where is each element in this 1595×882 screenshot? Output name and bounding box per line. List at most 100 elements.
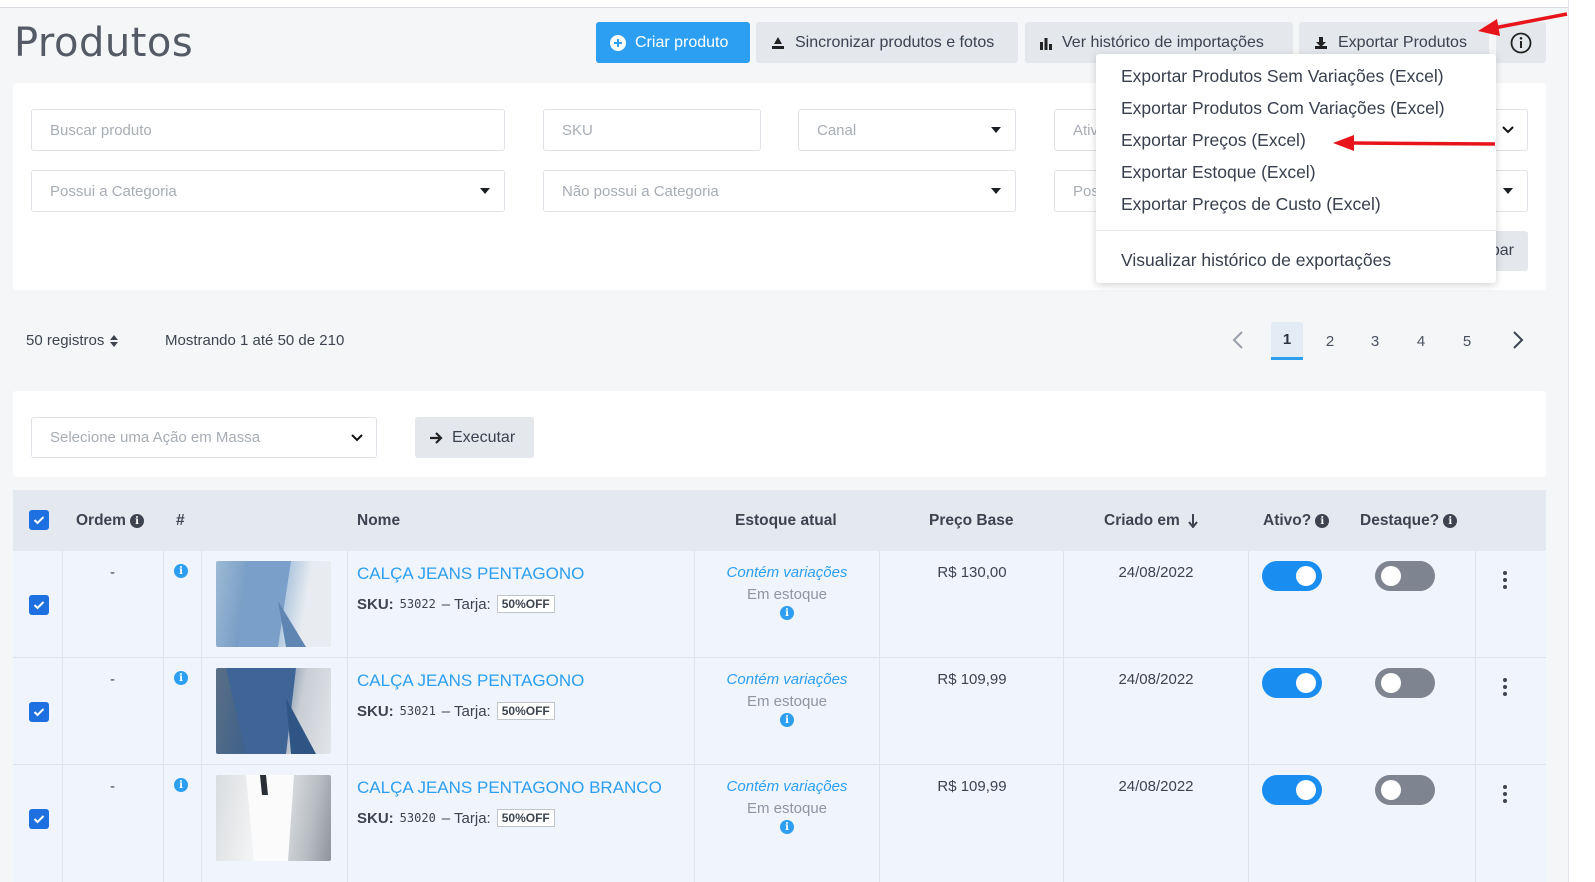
featured-toggle[interactable] [1375, 775, 1435, 805]
select-all-checkbox[interactable] [29, 510, 49, 530]
col-created[interactable]: Criado em [1104, 512, 1198, 530]
col-active[interactable]: Ativo? i [1263, 512, 1330, 530]
base-price: R$ 109,99 [937, 778, 1007, 795]
sku-label: SKU: [357, 809, 394, 827]
created-date: 24/08/2022 [1118, 671, 1194, 688]
product-sku: SKU: 53021 – Tarja: 50%OFF [357, 702, 555, 720]
annotation-arrow-prices [1333, 135, 1496, 151]
product-name-link[interactable]: CALÇA JEANS PENTAGONO [357, 564, 584, 584]
row-checkbox[interactable] [29, 595, 49, 615]
col-price[interactable]: Preço Base [929, 512, 1013, 530]
tarja-label: – Tarja: [441, 595, 491, 613]
product-thumbnail [216, 775, 331, 861]
bulk-action-select[interactable]: Selecione uma Ação em Massa [31, 417, 377, 458]
col-featured[interactable]: Destaque? i [1360, 512, 1458, 530]
info-icon: i [129, 514, 144, 528]
active-toggle[interactable] [1262, 668, 1322, 698]
check-icon [33, 516, 45, 525]
product-sku: SKU: 53020 – Tarja: 50%OFF [357, 809, 555, 827]
page-1[interactable]: 1 [1271, 322, 1303, 360]
check-icon [33, 815, 45, 824]
table-row[interactable]: - i CALÇA JEANS PENTAGONO BRANCO SKU: 530… [13, 765, 1546, 882]
featured-toggle[interactable] [1375, 668, 1435, 698]
sku-label: SKU: [357, 595, 394, 613]
jeans-image [246, 775, 294, 861]
execute-label: Executar [452, 428, 516, 446]
sku-code: 53022 [399, 597, 436, 611]
more-options-icon[interactable] [1503, 678, 1507, 699]
col-featured-label: Destaque? [1360, 512, 1440, 529]
product-thumbnail [216, 668, 331, 754]
jeans-image [238, 561, 306, 647]
info-icon: i [1315, 514, 1330, 528]
sku-code: 53020 [399, 811, 436, 825]
more-options-icon[interactable] [1503, 785, 1507, 806]
row-info-icon[interactable]: i [174, 671, 188, 685]
sku-code: 53021 [399, 704, 436, 718]
tarja-label: – Tarja: [441, 809, 491, 827]
col-hash: # [176, 512, 185, 529]
base-price: R$ 130,00 [937, 564, 1007, 581]
product-thumbnail [216, 561, 331, 647]
col-stock[interactable]: Estoque atual [735, 512, 837, 530]
product-name-link[interactable]: CALÇA JEANS PENTAGONO BRANCO [357, 778, 662, 798]
sort-down-icon [1188, 514, 1198, 528]
col-active-label: Ativo? [1263, 512, 1312, 529]
tarja-label: – Tarja: [441, 702, 491, 720]
per-page-label: 50 registros [26, 332, 105, 349]
created-date: 24/08/2022 [1118, 564, 1194, 581]
page-3[interactable]: 3 [1359, 322, 1391, 360]
row-checkbox[interactable] [29, 809, 49, 829]
page-4[interactable]: 4 [1405, 322, 1437, 360]
active-toggle[interactable] [1262, 561, 1322, 591]
next-page-icon[interactable] [1512, 331, 1524, 349]
stock-variations-link[interactable]: Contém variações [695, 778, 879, 795]
arrow-right-icon [430, 431, 443, 444]
jeans-image [226, 668, 316, 754]
stock-status: Em estoque [746, 586, 828, 603]
col-order[interactable]: Ordem i [76, 512, 144, 530]
sku-label: SKU: [357, 702, 394, 720]
table-header: Ordem i # Nome Estoque atual Preço Base C… [13, 490, 1546, 551]
col-created-label: Criado em [1104, 512, 1180, 529]
page-2[interactable]: 2 [1314, 322, 1346, 360]
stock-info-icon[interactable]: i [780, 820, 794, 834]
page-5[interactable]: 5 [1451, 322, 1483, 360]
table-row[interactable]: - i CALÇA JEANS PENTAGONO SKU: 53022 – Tar… [13, 551, 1546, 658]
col-order-label: Ordem [76, 512, 126, 529]
bulk-action-placeholder: Selecione uma Ação em Massa [50, 429, 261, 446]
table-row[interactable]: - i CALÇA JEANS PENTAGONO SKU: 53021 – Tar… [13, 658, 1546, 765]
tag-badge: 50%OFF [496, 595, 555, 613]
tag-badge: 50%OFF [496, 809, 555, 827]
row-checkbox[interactable] [29, 702, 49, 722]
sort-icon [110, 334, 119, 347]
active-toggle[interactable] [1262, 775, 1322, 805]
base-price: R$ 109,99 [937, 671, 1007, 688]
records-info: Mostrando 1 até 50 de 210 [165, 332, 345, 349]
created-date: 24/08/2022 [1118, 778, 1194, 795]
more-options-icon[interactable] [1503, 571, 1507, 592]
check-icon [33, 708, 45, 717]
prev-page-icon[interactable] [1232, 331, 1244, 349]
check-icon [33, 601, 45, 610]
product-name-link[interactable]: CALÇA JEANS PENTAGONO [357, 671, 584, 691]
stock-status: Em estoque [746, 693, 828, 710]
execute-button[interactable]: Executar [415, 417, 534, 458]
row-order: - [110, 564, 115, 581]
featured-toggle[interactable] [1375, 561, 1435, 591]
stock-info-icon[interactable]: i [780, 606, 794, 620]
info-icon: i [1443, 514, 1458, 528]
chevron-down-icon [351, 434, 363, 442]
stock-variations-link[interactable]: Contém variações [695, 564, 879, 581]
per-page-select[interactable]: 50 registros [26, 332, 119, 349]
stock-variations-link[interactable]: Contém variações [695, 671, 879, 688]
row-info-icon[interactable]: i [174, 564, 188, 578]
stock-info-icon[interactable]: i [780, 713, 794, 727]
row-info-icon[interactable]: i [174, 778, 188, 792]
stock-status: Em estoque [746, 800, 828, 817]
col-name[interactable]: Nome [357, 512, 400, 530]
row-order: - [110, 778, 115, 795]
product-sku: SKU: 53022 – Tarja: 50%OFF [357, 595, 555, 613]
row-order: - [110, 671, 115, 688]
annotation-arrow-export [1478, 12, 1568, 36]
